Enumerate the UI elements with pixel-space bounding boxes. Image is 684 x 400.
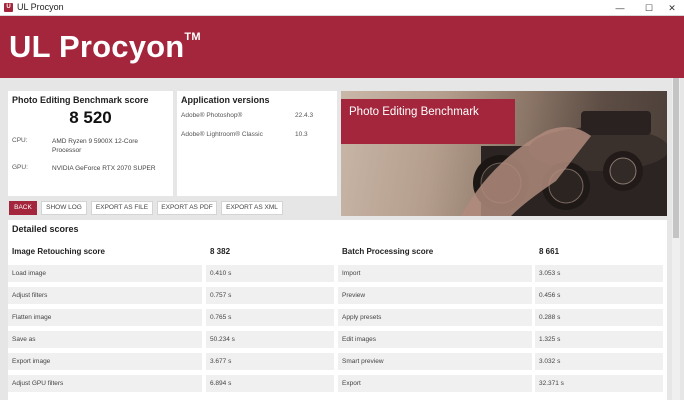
app-name-photoshop: Adobe® Photoshop® bbox=[181, 112, 243, 119]
window-title: UL Procyon bbox=[17, 2, 64, 12]
back-button[interactable]: BACK bbox=[9, 201, 37, 215]
score-title: Photo Editing Benchmark score bbox=[12, 95, 149, 105]
row-label-export: Export bbox=[338, 375, 532, 392]
row-label-save-as: Save as bbox=[8, 331, 202, 348]
row-value-load-image: 0.410 s bbox=[206, 265, 334, 282]
app-versions-title: Application versions bbox=[181, 95, 270, 105]
close-button[interactable]: ✕ bbox=[660, 1, 684, 15]
benchmark-score-panel: Photo Editing Benchmark score 8 520 CPU:… bbox=[8, 91, 173, 196]
maximize-button[interactable]: ☐ bbox=[637, 1, 661, 15]
minimize-button[interactable]: — bbox=[608, 1, 632, 15]
brand-name: UL Procyon bbox=[9, 29, 185, 64]
vertical-scrollbar[interactable] bbox=[672, 78, 680, 400]
cpu-value: AMD Ryzen 9 5900X 12-Core Processor bbox=[52, 138, 138, 154]
window-titlebar: U UL Procyon — ☐ ✕ bbox=[0, 0, 684, 16]
overall-score: 8 520 bbox=[69, 108, 112, 127]
scrollbar-thumb[interactable] bbox=[673, 78, 679, 238]
row-value-apply-presets: 0.288 s bbox=[535, 309, 663, 326]
row-label-apply-presets: Apply presets bbox=[338, 309, 532, 326]
image-retouching-score-value: 8 382 bbox=[206, 243, 334, 260]
row-label-load-image: Load image bbox=[8, 265, 202, 282]
row-label-preview: Preview bbox=[338, 287, 532, 304]
batch-processing-score-value: 8 661 bbox=[535, 243, 663, 260]
batch-processing-score-label: Batch Processing score bbox=[338, 243, 532, 260]
row-value-adjust-gpu-filters: 6.894 s bbox=[206, 375, 334, 392]
row-value-flatten-image: 0.765 s bbox=[206, 309, 334, 326]
brand-title: UL ProcyonTM bbox=[9, 29, 201, 65]
row-value-smart-preview: 3.032 s bbox=[535, 353, 663, 370]
cpu-label: CPU: bbox=[12, 137, 28, 144]
gpu-value: NVIDIA GeForce RTX 2070 SUPER bbox=[52, 165, 156, 172]
row-value-preview: 0.456 s bbox=[535, 287, 663, 304]
hero-label-box: Photo Editing Benchmark bbox=[341, 99, 515, 144]
row-value-export-image: 3.677 s bbox=[206, 353, 334, 370]
row-label-export-image: Export image bbox=[8, 353, 202, 370]
detailed-scores-title: Detailed scores bbox=[12, 224, 79, 234]
row-label-smart-preview: Smart preview bbox=[338, 353, 532, 370]
app-logo-icon: U bbox=[4, 3, 13, 12]
detailed-scores-panel: Detailed scores Image Retouching score 8… bbox=[8, 220, 667, 400]
row-label-flatten-image: Flatten image bbox=[8, 309, 202, 326]
row-value-import: 3.053 s bbox=[535, 265, 663, 282]
header-banner: UL ProcyonTM bbox=[0, 16, 684, 78]
row-value-save-as: 50.234 s bbox=[206, 331, 334, 348]
image-retouching-score-label: Image Retouching score bbox=[8, 243, 202, 260]
show-log-button[interactable]: SHOW LOG bbox=[41, 201, 87, 215]
app-version-photoshop: 22.4.3 bbox=[295, 112, 314, 119]
row-label-adjust-gpu-filters: Adjust GPU filters bbox=[8, 375, 202, 392]
app-name-lightroom: Adobe® Lightroom® Classic bbox=[181, 131, 263, 138]
benchmark-hero-image: Photo Editing Benchmark bbox=[341, 91, 667, 216]
row-value-export: 32.371 s bbox=[535, 375, 663, 392]
app-version-lightroom: 10.3 bbox=[295, 131, 308, 138]
row-value-edit-images: 1.325 s bbox=[535, 331, 663, 348]
row-label-import: Import bbox=[338, 265, 532, 282]
application-versions-panel: Application versions Adobe® Photoshop® 2… bbox=[177, 91, 337, 196]
row-label-adjust-filters: Adjust filters bbox=[8, 287, 202, 304]
export-as-file-button[interactable]: EXPORT AS FILE bbox=[91, 201, 153, 215]
row-label-edit-images: Edit images bbox=[338, 331, 532, 348]
row-value-adjust-filters: 0.757 s bbox=[206, 287, 334, 304]
hero-label: Photo Editing Benchmark bbox=[349, 106, 479, 118]
trademark-mark: TM bbox=[184, 31, 201, 43]
export-as-pdf-button[interactable]: EXPORT AS PDF bbox=[157, 201, 217, 215]
export-as-xml-button[interactable]: EXPORT AS XML bbox=[221, 201, 283, 215]
gpu-label: GPU: bbox=[12, 164, 28, 171]
